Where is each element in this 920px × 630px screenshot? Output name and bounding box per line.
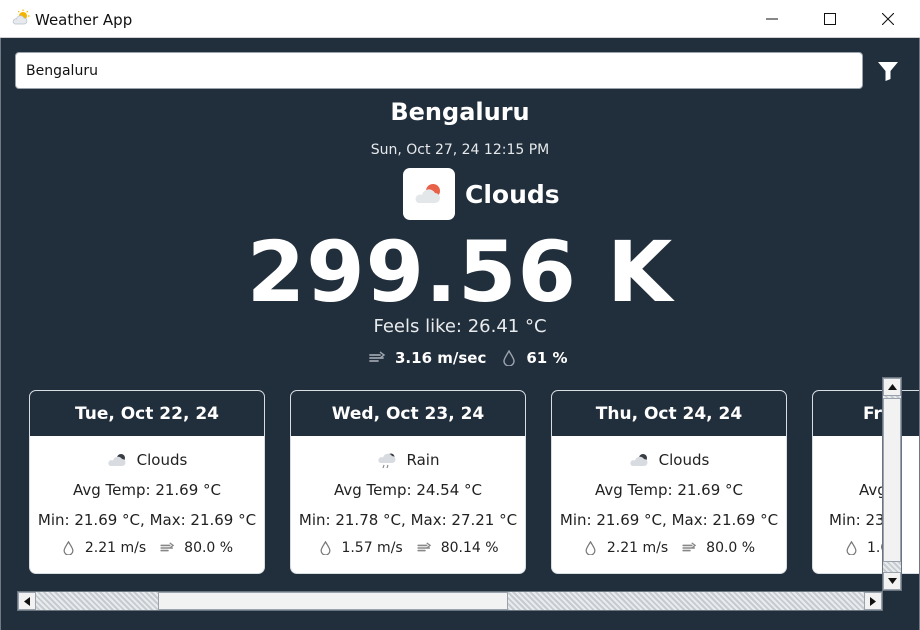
forecast-wind: 2.21 m/s	[84, 540, 147, 556]
close-button[interactable]	[859, 0, 917, 38]
forecast-avg-temp: Avg Temp: 21.69 °C	[594, 481, 744, 499]
forecast-card[interactable]: Wed, Oct 23, 24 Rain Avg Temp: 24.54 °C …	[290, 390, 526, 574]
horizontal-scroll-thumb[interactable]	[158, 592, 508, 610]
current-datetime: Sun, Oct 27, 24 12:15 PM	[370, 142, 550, 158]
vertical-scroll-thumb[interactable]	[883, 398, 901, 562]
window-title: Weather App	[35, 11, 133, 29]
forecast-min-max: Min: 21.69 °C, Max: 21.69 °C	[559, 511, 779, 529]
arrow-up-icon	[887, 384, 897, 390]
temperature-value: 299.56 K	[246, 223, 674, 321]
scroll-left-button[interactable]	[18, 592, 36, 610]
scroll-down-button[interactable]	[883, 572, 901, 590]
forecast-wind: 2.21 m/s	[606, 540, 669, 556]
wind-speed: 3.16 m/sec	[395, 349, 487, 367]
forecast-date: Fr	[813, 391, 919, 437]
scroll-up-button[interactable]	[883, 378, 901, 396]
forecast-avg-temp: Avg Temp: 24.54 °C	[333, 481, 483, 499]
forecast-card[interactable]: Thu, Oct 24, 24 Clouds Avg Temp: 21.69 °…	[551, 390, 787, 574]
minimize-button[interactable]	[743, 0, 801, 38]
forecast-min-max: Min: 21.78 °C, Max: 27.21 °C	[298, 511, 518, 529]
humidity-icon	[317, 540, 333, 556]
forecast-humidity: 80.0 %	[184, 540, 234, 556]
vertical-scrollbar[interactable]	[882, 377, 902, 591]
app-icon	[12, 9, 30, 25]
wind-icon	[417, 540, 433, 556]
scroll-right-button[interactable]	[864, 592, 882, 610]
forecast-humidity: 80.0 %	[706, 540, 756, 556]
maximize-button[interactable]	[801, 0, 859, 38]
title-bar: Weather App	[0, 0, 920, 38]
forecast-card[interactable]: Fr Avg Min: 23 1.6	[812, 390, 919, 574]
arrow-left-icon	[24, 596, 30, 606]
condition-label: Clouds	[465, 179, 560, 209]
forecast-avg-temp: Avg	[859, 481, 887, 499]
rain-icon	[377, 451, 399, 469]
forecast-humidity: 80.14 %	[440, 540, 499, 556]
maximize-icon	[824, 13, 836, 25]
wind-icon	[160, 540, 176, 556]
current-stats: 3.16 m/sec 61 %	[369, 348, 567, 368]
forecast-avg-temp: Avg Temp: 21.69 °C	[72, 481, 222, 499]
current-condition: Clouds	[403, 168, 560, 220]
humidity-icon	[500, 349, 518, 367]
filter-icon[interactable]	[877, 60, 899, 82]
humidity-icon	[61, 540, 77, 556]
humidity-icon	[583, 540, 599, 556]
wind-icon	[682, 540, 698, 556]
forecast-wind: 1.57 m/s	[341, 540, 403, 556]
arrow-down-icon	[887, 578, 897, 584]
forecast-min-max: Min: 21.69 °C, Max: 21.69 °C	[37, 511, 257, 529]
main-panel: Bengaluru Sun, Oct 27, 24 12:15 PM Cloud…	[0, 38, 920, 630]
arrow-right-icon	[870, 596, 876, 606]
forecast-condition: Rain	[406, 451, 440, 469]
close-icon	[882, 13, 894, 25]
feels-like: Feels like: 26.41 °C	[373, 316, 547, 337]
forecast-condition: Clouds	[136, 451, 188, 469]
forecast-card[interactable]: Tue, Oct 22, 24 Clouds Avg Temp: 21.69 °…	[29, 390, 265, 574]
city-search-input[interactable]	[15, 52, 863, 89]
cloud-sun-icon	[403, 168, 455, 220]
cloud-icon	[629, 451, 651, 469]
forecast-date: Thu, Oct 24, 24	[552, 391, 786, 437]
forecast-condition: Clouds	[658, 451, 710, 469]
forecast-min-max: Min: 23	[829, 511, 885, 529]
humidity-value: 61 %	[526, 349, 568, 367]
humidity-icon	[843, 540, 859, 556]
cloud-icon	[107, 451, 129, 469]
forecast-date: Tue, Oct 22, 24	[30, 391, 264, 437]
minimize-icon	[766, 18, 778, 20]
forecast-date: Wed, Oct 23, 24	[291, 391, 525, 437]
horizontal-scrollbar[interactable]	[17, 591, 883, 611]
wind-icon	[369, 349, 387, 367]
city-name: Bengaluru	[390, 98, 530, 126]
